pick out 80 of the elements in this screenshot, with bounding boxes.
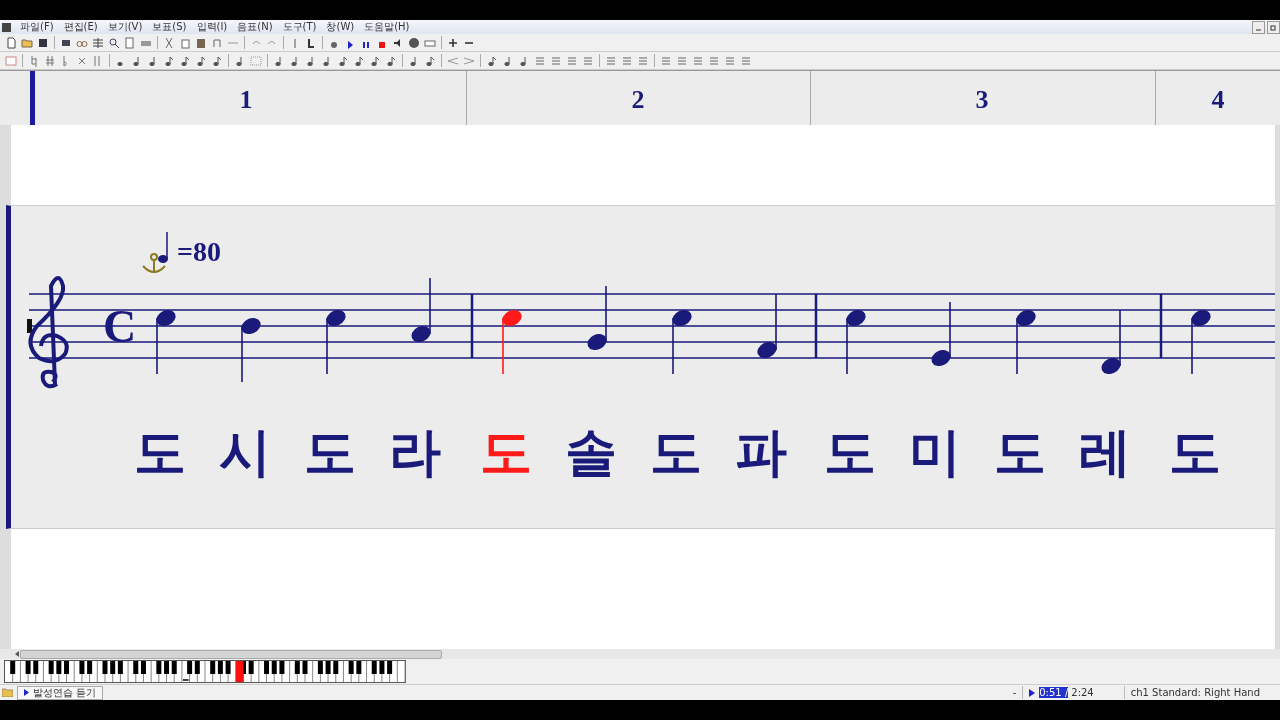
plus-icon[interactable] xyxy=(447,36,459,49)
lyric-syllable: 시 xyxy=(219,421,271,484)
grace-note-icon[interactable] xyxy=(385,54,397,67)
lyric-syllable: 도 xyxy=(650,421,702,484)
tab-label: 발성연습 듣기 xyxy=(33,685,97,700)
save-icon[interactable] xyxy=(37,36,49,49)
menu-item[interactable]: 보기(V) xyxy=(102,20,148,34)
staff-icon[interactable] xyxy=(92,36,104,49)
measure-number: 2 xyxy=(631,85,645,115)
lyric-syllable: 도 xyxy=(994,421,1046,484)
scrollbar-thumb[interactable] xyxy=(20,649,442,659)
note[interactable] xyxy=(757,293,777,358)
lyric-syllable: 라 xyxy=(389,421,441,484)
playback-position: 0:51 / xyxy=(1039,687,1069,698)
play-icon[interactable] xyxy=(1029,688,1036,697)
globe-icon[interactable] xyxy=(408,36,420,49)
measure-number: 1 xyxy=(239,85,253,115)
menu-item[interactable]: 창(W) xyxy=(321,20,360,34)
app-icon xyxy=(2,22,11,32)
sixteenth-note-icon[interactable] xyxy=(179,54,191,67)
playback-duration: 2:24 xyxy=(1071,687,1094,698)
menu-item[interactable]: 음표(N) xyxy=(232,20,278,34)
note[interactable] xyxy=(241,318,261,383)
lyric-syllable: 미 xyxy=(909,421,961,484)
menu-item[interactable]: 도구(T) xyxy=(277,20,322,34)
rest-icon[interactable] xyxy=(353,54,365,67)
note[interactable] xyxy=(931,301,951,366)
menu-item[interactable]: 편집(E) xyxy=(58,20,103,34)
rest-icon[interactable] xyxy=(337,54,349,67)
status-dash: - xyxy=(1012,687,1017,698)
magnifier-icon[interactable] xyxy=(108,36,120,49)
scissors-icon[interactable] xyxy=(163,36,175,49)
lyric-syllable: 도 xyxy=(480,421,532,484)
rest-icon[interactable] xyxy=(369,54,381,67)
lyric-syllable: 솔 xyxy=(565,421,617,484)
thirty-second-note-icon[interactable] xyxy=(195,54,207,67)
new-file-icon[interactable] xyxy=(5,36,17,49)
lyric-syllable: 도 xyxy=(1169,421,1221,484)
eighth-note-icon[interactable] xyxy=(163,54,175,67)
note[interactable] xyxy=(846,310,866,375)
anchor-icon xyxy=(142,253,166,273)
cursor-marker xyxy=(27,319,32,333)
menu-item[interactable]: 보표(S) xyxy=(147,20,192,34)
piano-keyboard[interactable] xyxy=(4,660,406,683)
bar-line xyxy=(1159,294,1163,358)
tempo-marking: =80 xyxy=(177,236,221,268)
menu-item[interactable]: 입력(I) xyxy=(191,20,233,34)
note[interactable] xyxy=(502,310,522,375)
restore-icon[interactable] xyxy=(1270,23,1277,31)
sharp-icon[interactable] xyxy=(44,54,56,67)
track-tab[interactable]: 발성연습 듣기 xyxy=(17,685,104,700)
lyric-syllable: 도 xyxy=(304,421,356,484)
note[interactable] xyxy=(672,310,692,375)
menu-item[interactable]: 도움말(H) xyxy=(359,20,415,34)
track-info: ch1 Standard: Right Hand xyxy=(1130,687,1260,698)
measure-number: 3 xyxy=(975,85,989,115)
note[interactable] xyxy=(1016,310,1036,375)
note[interactable] xyxy=(1191,310,1211,375)
folder-icon[interactable] xyxy=(2,688,13,697)
note[interactable] xyxy=(411,277,431,342)
lyric-syllable: 도 xyxy=(134,421,186,484)
note[interactable] xyxy=(156,310,176,375)
note-icon[interactable] xyxy=(424,54,436,67)
copy-icon[interactable] xyxy=(179,36,191,49)
measure-number: 4 xyxy=(1211,85,1225,115)
paste-icon[interactable] xyxy=(195,36,207,49)
l-icon[interactable] xyxy=(305,36,317,49)
quarter-note-icon xyxy=(158,231,168,263)
play-icon xyxy=(24,689,29,696)
bar-line xyxy=(470,294,474,358)
bar-line xyxy=(814,294,818,358)
sixty-fourth-note-icon[interactable] xyxy=(211,54,223,67)
treble-clef-icon xyxy=(28,276,69,389)
lyric-syllable: 레 xyxy=(1079,421,1131,484)
lyric-syllable: 도 xyxy=(824,421,876,484)
note[interactable] xyxy=(326,310,346,375)
note[interactable] xyxy=(1101,309,1121,374)
note[interactable] xyxy=(587,285,607,350)
lyric-syllable: 파 xyxy=(735,421,787,484)
menu-item[interactable]: 파일(F) xyxy=(15,20,59,34)
